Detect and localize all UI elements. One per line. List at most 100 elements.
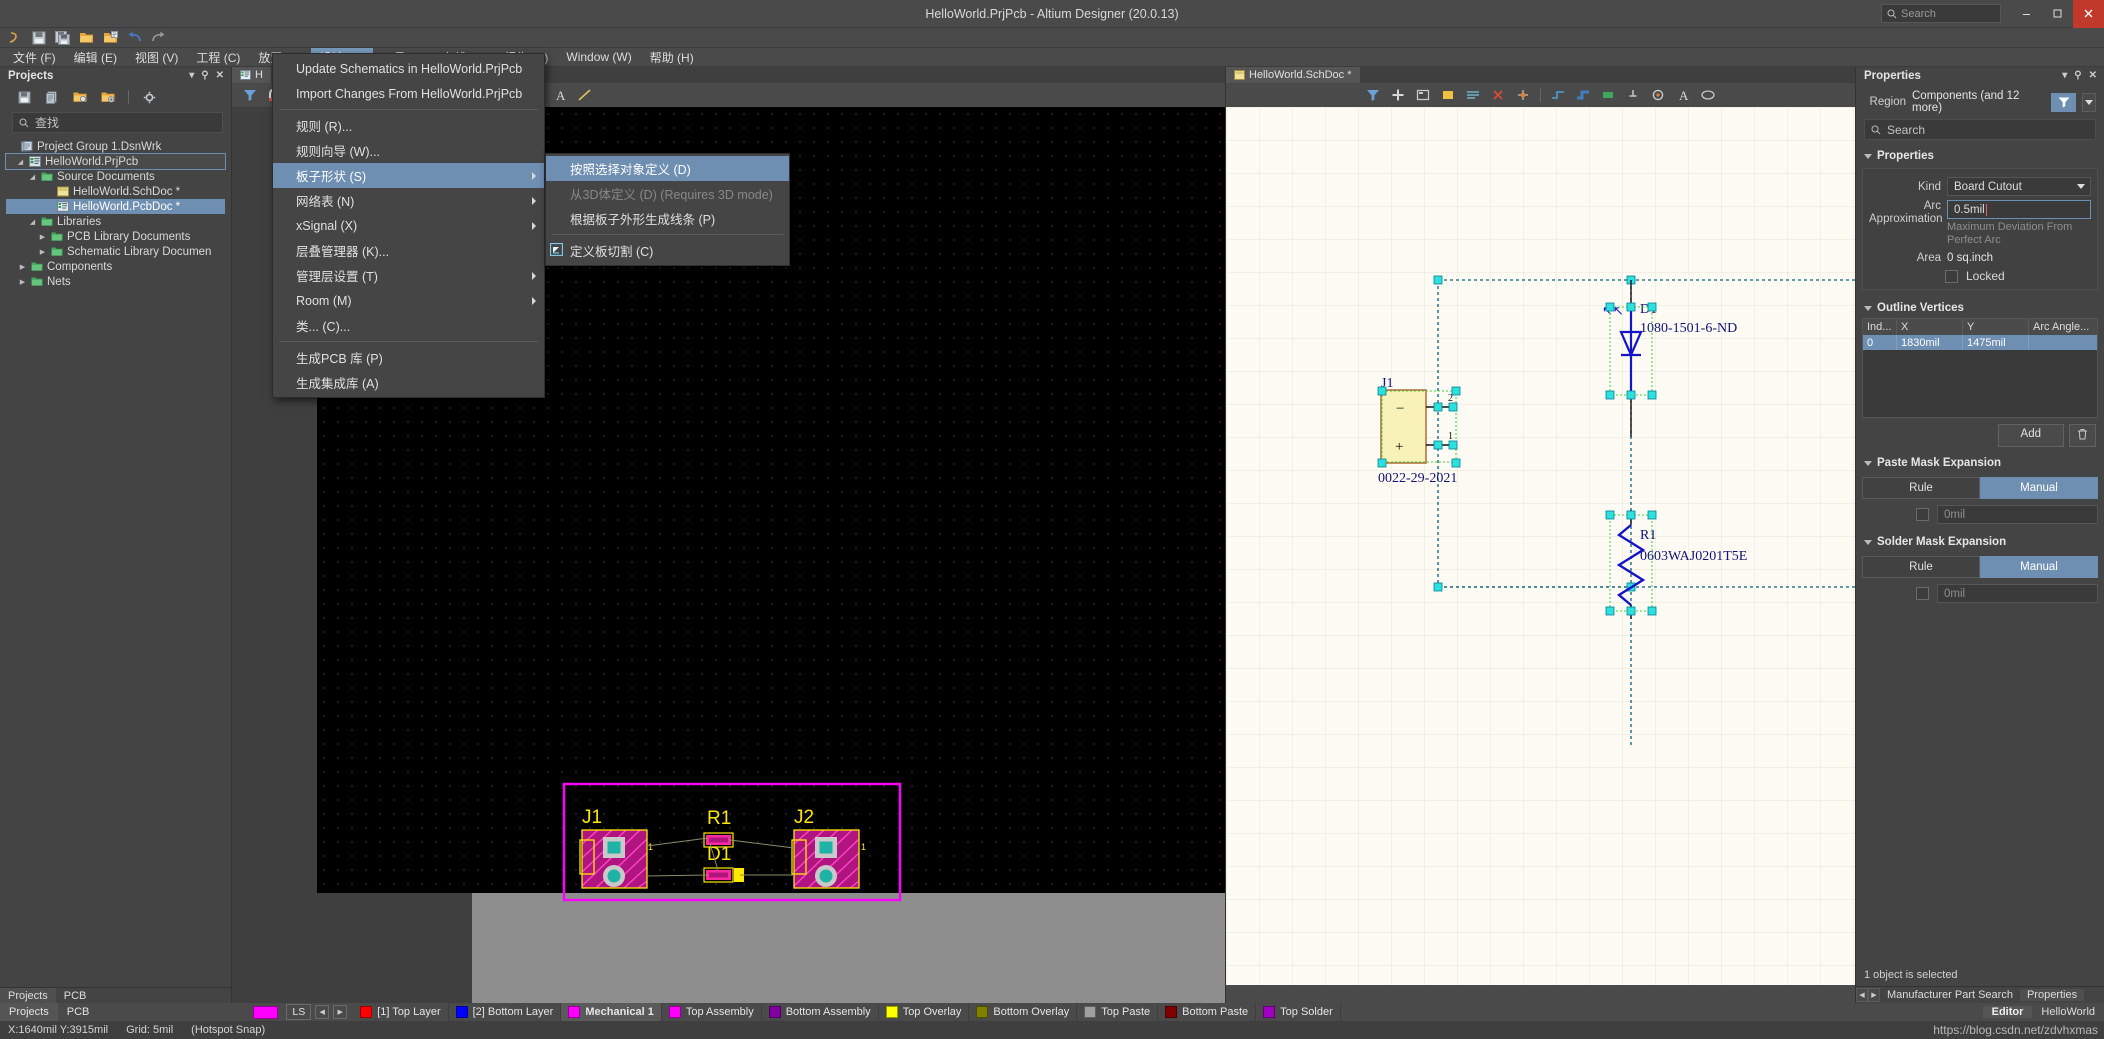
twisty-right-icon[interactable]: ▶ [38, 232, 47, 241]
place-part-icon[interactable] [1600, 87, 1616, 103]
global-search-box[interactable]: Search [1881, 4, 2001, 23]
chevron-down-icon[interactable]: ▾ [2062, 70, 2067, 81]
undo-icon[interactable] [126, 30, 143, 46]
menu-item-make-pcb-library[interactable]: 生成PCB 库 (P) [273, 345, 544, 370]
submenu-item-create-primitives-from-board-shape[interactable]: 根据板子外形生成线条 (P) [546, 206, 789, 231]
submenu-item-define-board-cutout[interactable]: 定义板切割 (C) [546, 238, 789, 263]
tab-helloworld[interactable]: HelloWorld [2032, 1006, 2104, 1018]
solder-mask-value-input[interactable]: 0mil [1937, 584, 2098, 603]
section-properties-header[interactable]: Properties [1856, 144, 2104, 166]
menu-item-import-changes[interactable]: Import Changes From HelloWorld.PrjPcb [273, 81, 544, 106]
tree-item-project-group[interactable]: Project Group 1.DsnWrk [6, 139, 231, 154]
delete-vertex-button[interactable] [2069, 424, 2096, 447]
open-project-icon[interactable] [44, 89, 60, 105]
section-solder-mask-header[interactable]: Solder Mask Expansion [1856, 530, 2104, 552]
menu-item-rule-wizard[interactable]: 规则向导 (W)... [273, 138, 544, 163]
schematic-canvas[interactable]: − + J1 0022-29-2021 2 1 1080-1501-6-ND R… [1226, 107, 1855, 985]
layer-tab-bottom-assembly[interactable]: Bottom Assembly [762, 1003, 879, 1021]
layer-tab-top-overlay[interactable]: Top Overlay [879, 1003, 970, 1021]
twisty-down-icon[interactable]: ◢ [16, 157, 25, 166]
tabs-prev-button[interactable]: ◀ [1856, 988, 1868, 1002]
place-wire-icon[interactable] [1550, 87, 1566, 103]
tree-item-nets[interactable]: ▶ Nets [6, 274, 231, 289]
paste-mask-value-input[interactable]: 0mil [1937, 505, 2098, 524]
menu-item-netlist[interactable]: 网络表 (N) [273, 188, 544, 213]
filter-dropdown-button[interactable] [2082, 92, 2096, 112]
tab-editor[interactable]: Editor [1982, 1006, 2033, 1018]
projects-search-input[interactable]: 查找 [12, 112, 223, 133]
layer-tab-bottom-paste[interactable]: Bottom Paste [1158, 1003, 1257, 1021]
layer-next-button[interactable]: ▶ [333, 1005, 348, 1019]
table-row[interactable]: 0 1830mil 1475mil [1863, 335, 2097, 350]
place-no-erc-icon[interactable] [1490, 87, 1506, 103]
menu-file[interactable]: 文件 (F) [4, 48, 65, 66]
twisty-right-icon[interactable]: ▶ [18, 277, 27, 286]
active-layer-swatch[interactable] [253, 1005, 279, 1019]
twisty-down-icon[interactable]: ◢ [28, 217, 37, 226]
place-power-port-icon[interactable] [1625, 87, 1641, 103]
tree-item-helloworld-pcbdoc[interactable]: HelloWorld.PcbDoc * [6, 199, 225, 214]
properties-search-input[interactable]: Search [1864, 119, 2096, 140]
tab-pcb[interactable]: PCB [56, 988, 95, 1003]
add-icon[interactable] [1390, 87, 1406, 103]
menu-item-make-integrated-library[interactable]: 生成集成库 (A) [273, 370, 544, 395]
open-folder-icon[interactable] [78, 30, 95, 46]
place-junction-icon[interactable] [1515, 87, 1531, 103]
menu-help[interactable]: 帮助 (H) [641, 48, 703, 66]
minimize-button[interactable] [2011, 0, 2042, 28]
open-project-icon[interactable] [102, 30, 119, 46]
menu-item-layer-stack-manager[interactable]: 层叠管理器 (K)... [273, 238, 544, 263]
twisty-right-icon[interactable]: ▶ [18, 262, 27, 271]
layer-tab-bottom-overlay[interactable]: Bottom Overlay [969, 1003, 1078, 1021]
status-tab-projects[interactable]: Projects [0, 1003, 58, 1021]
layer-tab-bottom-layer[interactable]: [2] Bottom Layer [449, 1003, 562, 1021]
arc-approximation-input[interactable]: 0.5mil [1947, 200, 2091, 219]
save-icon[interactable] [30, 30, 47, 46]
place-ellipse-icon[interactable] [1700, 87, 1716, 103]
maximize-button[interactable] [2042, 0, 2073, 28]
menu-item-room[interactable]: Room (M) [273, 288, 544, 313]
solder-mask-checkbox[interactable] [1916, 587, 1929, 600]
menu-item-rules[interactable]: 规则 (R)... [273, 113, 544, 138]
pcb-document-tab[interactable]: H [232, 67, 271, 83]
layer-tab-top-solder[interactable]: Top Solder [1256, 1003, 1341, 1021]
section-outline-vertices-header[interactable]: Outline Vertices [1856, 296, 2104, 318]
menu-item-xsignal[interactable]: xSignal (X) [273, 213, 544, 238]
place-bus-icon[interactable] [1575, 87, 1591, 103]
outline-vertices-table[interactable]: Ind... X Y Arc Angle... 0 1830mil 1475mi… [1862, 318, 2098, 418]
tab-projects[interactable]: Projects [0, 988, 56, 1003]
schematic-document-tab[interactable]: HelloWorld.SchDoc * [1226, 67, 1360, 83]
solder-mask-manual-button[interactable]: Manual [1980, 556, 2098, 578]
filter-icon[interactable] [1365, 87, 1381, 103]
place-text-icon[interactable]: A [1675, 87, 1691, 103]
paste-mask-checkbox[interactable] [1916, 508, 1929, 521]
tree-item-libraries[interactable]: ◢ Libraries [6, 214, 231, 229]
add-existing-folder-icon[interactable] [72, 89, 88, 105]
place-probe-icon[interactable] [1650, 87, 1666, 103]
menu-edit[interactable]: 编辑 (E) [65, 48, 126, 66]
submenu-item-define-from-selected-objects[interactable]: 按照选择对象定义 (D) [546, 156, 789, 181]
layer-tab-top-layer[interactable]: [1] Top Layer [353, 1003, 449, 1021]
menu-item-classes[interactable]: 类... (C)... [273, 313, 544, 338]
tree-item-pcb-library-documents[interactable]: ▶ PCB Library Documents [6, 229, 231, 244]
tree-item-schematic-library-documents[interactable]: ▶ Schematic Library Documen [6, 244, 231, 259]
place-text-icon[interactable]: A [552, 87, 568, 103]
menu-view[interactable]: 视图 (V) [126, 48, 187, 66]
gear-icon[interactable] [141, 89, 157, 105]
save-project-icon[interactable] [16, 89, 32, 105]
tabs-next-button[interactable]: ▶ [1868, 988, 1880, 1002]
twisty-right-icon[interactable]: ▶ [38, 247, 47, 256]
close-button[interactable] [2073, 0, 2104, 28]
chevron-down-icon[interactable]: ▾ [189, 70, 194, 81]
pin-icon[interactable]: ⚲ [201, 70, 208, 81]
filter-toggle-button[interactable] [2051, 92, 2076, 112]
layer-sets-button[interactable]: LS [286, 1004, 312, 1020]
close-icon[interactable]: ✕ [216, 70, 224, 81]
measure-icon[interactable] [577, 87, 593, 103]
redo-icon[interactable] [150, 30, 167, 46]
paste-mask-manual-button[interactable]: Manual [1980, 477, 2098, 499]
layer-tab-top-assembly[interactable]: Top Assembly [662, 1003, 762, 1021]
menu-project[interactable]: 工程 (C) [187, 48, 249, 66]
menu-item-update-schematics[interactable]: Update Schematics in HelloWorld.PrjPcb [273, 56, 544, 81]
status-tab-pcb[interactable]: PCB [58, 1003, 99, 1021]
